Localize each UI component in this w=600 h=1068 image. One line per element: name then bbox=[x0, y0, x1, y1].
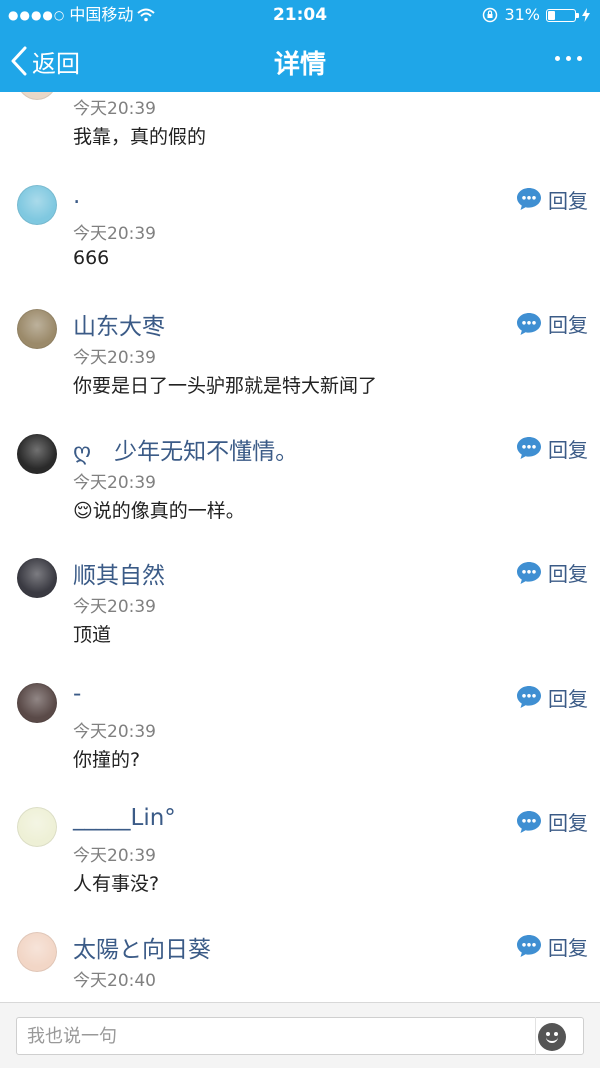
comment-time: 今天20:39 bbox=[73, 99, 156, 119]
emoji-icon[interactable] bbox=[538, 1023, 566, 1051]
avatar[interactable] bbox=[17, 931, 57, 972]
navigation-bar: 返回 详情 bbox=[0, 30, 600, 92]
speech-bubble-icon bbox=[517, 561, 541, 584]
battery-icon bbox=[546, 8, 579, 22]
comment-item: - 今天20:39 你撞的? 回复 bbox=[0, 675, 600, 800]
speech-bubble-icon bbox=[517, 935, 541, 957]
comment-item: 青春不再今天20:39我靠，真的假的回复 bbox=[0, 92, 600, 177]
avatar[interactable] bbox=[17, 92, 57, 100]
comment-input[interactable] bbox=[16, 1017, 584, 1055]
comment-time: 今天20:39 bbox=[73, 223, 156, 244]
avatar[interactable] bbox=[17, 309, 57, 349]
comment-text: 666 bbox=[73, 246, 110, 269]
more-dots-icon[interactable] bbox=[555, 56, 582, 61]
input-divider bbox=[535, 1017, 536, 1055]
reply-label: 回复 bbox=[548, 935, 588, 960]
avatar[interactable] bbox=[17, 682, 57, 723]
reply-label: 回复 bbox=[548, 437, 588, 462]
page-title: 详情 bbox=[273, 50, 326, 80]
battery-fill bbox=[548, 10, 555, 20]
comment-username[interactable]: ღ 少年无知不懂情。 bbox=[73, 432, 298, 466]
comment-text: 我靠，真的假的 bbox=[73, 126, 207, 148]
comment-username[interactable]: 太陽と向日葵 bbox=[73, 930, 211, 964]
reply-button[interactable]: 回复 bbox=[516, 558, 588, 587]
reply-label: 回复 bbox=[548, 313, 588, 337]
comment-username[interactable]: 山东大枣 bbox=[73, 307, 165, 341]
comment-item: _____Lin° 今天20:39 人有事没? 回复 bbox=[0, 799, 600, 924]
reply-button[interactable]: 回复 bbox=[516, 683, 588, 712]
comment-text: 你要是日了一头驴那就是特大新闻了 bbox=[73, 375, 378, 397]
reply-button[interactable]: 回复 bbox=[516, 807, 588, 836]
speech-bubble-icon bbox=[517, 810, 541, 833]
comment-item: ღ 少年无知不懂情。今天20:39 😌说的像真的一样。 回复 bbox=[0, 426, 600, 551]
rotation-lock-icon bbox=[483, 7, 498, 23]
reply-label: 回复 bbox=[548, 188, 588, 213]
comment-list[interactable]: 青春不再今天20:39我靠，真的假的回复.今天20:39666回复山东大枣今天2… bbox=[0, 92, 600, 1000]
status-right: 31% bbox=[482, 0, 590, 30]
reply-button[interactable]: 回复 bbox=[516, 309, 588, 338]
reply-button[interactable]: 回复 bbox=[516, 932, 588, 961]
charging-icon bbox=[582, 8, 590, 22]
avatar[interactable] bbox=[17, 433, 57, 474]
speech-bubble-icon bbox=[517, 686, 541, 708]
reply-button[interactable]: 回复 bbox=[516, 434, 588, 463]
comment-time: 今天20:39 bbox=[73, 721, 156, 742]
comment-username[interactable]: - bbox=[73, 681, 81, 707]
top-header: ●●●●○ 中国移动 21:04 31% 返回 详情 bbox=[0, 0, 600, 92]
speech-bubble-icon bbox=[517, 188, 541, 210]
speech-bubble-icon bbox=[517, 437, 541, 459]
speech-bubble-icon bbox=[517, 312, 541, 335]
comment-item: 山东大枣今天20:39 你要是日了一头驴那就是特大新闻了 回复 bbox=[0, 301, 600, 426]
comment-username[interactable]: 顺其自然 bbox=[73, 556, 165, 590]
comment-time: 今天20:40 bbox=[73, 970, 156, 991]
comment-time: 今天20:39 bbox=[73, 472, 156, 493]
comment-time: 今天20:39 bbox=[73, 348, 156, 368]
comment-item: . 今天20:39 666 回复 bbox=[0, 177, 600, 302]
avatar[interactable] bbox=[17, 807, 57, 847]
comment-username[interactable]: _____Lin° bbox=[73, 805, 176, 831]
comment-text: 😌说的像真的一样。 bbox=[73, 499, 245, 522]
status-bar: ●●●●○ 中国移动 21:04 31% bbox=[0, 0, 600, 30]
avatar[interactable] bbox=[17, 184, 57, 225]
reply-button[interactable]: 回复 bbox=[516, 185, 588, 214]
comment-text: 你撞的? bbox=[73, 748, 141, 771]
avatar[interactable] bbox=[17, 558, 57, 598]
reply-label: 回复 bbox=[548, 686, 588, 711]
comment-item: 太陽と向日葵今天20:40 回复 bbox=[0, 924, 600, 1001]
comment-item: 顺其自然今天20:39 顶道 回复 bbox=[0, 550, 600, 675]
comment-input-bar bbox=[0, 1002, 600, 1068]
reply-label: 回复 bbox=[548, 811, 588, 835]
comment-text: 顶道 bbox=[73, 624, 112, 646]
comment-time: 今天20:39 bbox=[73, 846, 156, 866]
comment-time: 今天20:39 bbox=[73, 597, 156, 617]
comment-username[interactable]: . bbox=[73, 183, 80, 209]
battery-percent: 31% bbox=[504, 5, 540, 24]
comment-text: 人有事没? bbox=[73, 873, 160, 895]
reply-label: 回复 bbox=[548, 562, 588, 586]
